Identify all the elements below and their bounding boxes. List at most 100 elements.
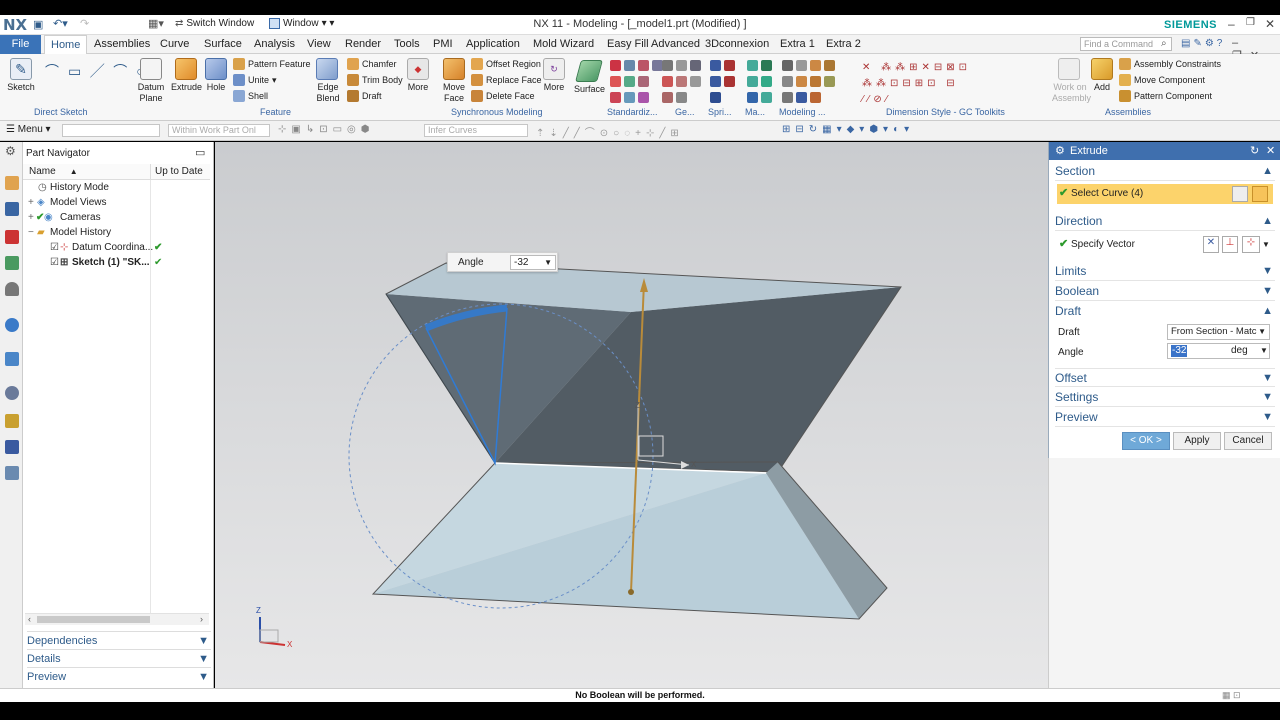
curve-rule-dropdown[interactable]: Infer Curves bbox=[424, 124, 528, 137]
add-component-button[interactable]: Add bbox=[1091, 58, 1113, 92]
more-feature-button[interactable]: ◆ More bbox=[406, 58, 430, 92]
view-tools[interactable]: ⊞⊟↻▦▾◆▾⬢▾◐▾ bbox=[782, 124, 914, 135]
offset-region-button[interactable]: Offset Region bbox=[471, 58, 541, 70]
clock-icon[interactable] bbox=[5, 386, 19, 400]
move-component-button[interactable]: Move Component bbox=[1119, 74, 1205, 86]
reset-icon[interactable]: ↻ bbox=[1250, 142, 1259, 160]
tab-assemblies[interactable]: Assemblies bbox=[88, 35, 156, 54]
datum-plane-button[interactable]: Datum Plane bbox=[136, 58, 166, 104]
dimension-style-tools[interactable]: ✕ ⁂⁂⊞✕⊟⊠⊡ ⁂⁂⊡⊟⊞⊡ ⊟ ⁄⁄⊘⁄ bbox=[862, 60, 1034, 105]
assembly-constraints-button[interactable]: Assembly Constraints bbox=[1119, 58, 1221, 70]
tab-mold-wizard[interactable]: Mold Wizard bbox=[527, 35, 600, 54]
boolean-group-header[interactable]: Boolean ▼ bbox=[1055, 282, 1275, 301]
tab-render[interactable]: Render bbox=[339, 35, 387, 54]
tree-row-model-views[interactable]: + ◈ Model Views bbox=[23, 195, 209, 210]
draft-angle-value[interactable]: -32 bbox=[1171, 345, 1188, 357]
edge-blend-button[interactable]: Edge Blend bbox=[312, 58, 342, 104]
angle-value-field[interactable]: -32 ▼ bbox=[510, 255, 556, 270]
more-sync-button[interactable]: ↻ More bbox=[542, 58, 566, 92]
tree-row-model-history[interactable]: − ▰ Model History bbox=[23, 225, 209, 240]
preview-panel[interactable]: Preview ▼ bbox=[27, 667, 211, 685]
modeling-tools[interactable] bbox=[782, 60, 842, 104]
tab-analysis[interactable]: Analysis bbox=[248, 35, 301, 54]
extrude-button[interactable]: Extrude bbox=[171, 58, 202, 92]
checkbox-icon[interactable]: ☑ bbox=[50, 255, 59, 270]
chevron-down-icon[interactable]: ▼ bbox=[1260, 344, 1268, 358]
machining-tools[interactable] bbox=[747, 60, 777, 104]
file-tab[interactable]: File bbox=[0, 35, 41, 54]
settings-group-header[interactable]: Settings ▼ bbox=[1055, 388, 1275, 407]
tab-home[interactable]: Home bbox=[44, 35, 88, 54]
assembly-navigator-icon[interactable] bbox=[5, 176, 19, 190]
chevron-down-icon[interactable]: ▼ bbox=[1262, 236, 1272, 253]
tab-curve[interactable]: Curve bbox=[154, 35, 195, 54]
close-icon[interactable]: ✕ bbox=[1266, 142, 1275, 160]
tab-3dconnexion[interactable]: 3Dconnexion bbox=[699, 35, 775, 54]
status-icons[interactable]: ▦ ⊡ bbox=[1222, 689, 1241, 702]
curve-icon[interactable] bbox=[1252, 186, 1268, 202]
cancel-button[interactable]: Cancel bbox=[1224, 432, 1272, 450]
checkbox-icon[interactable]: ☑ bbox=[50, 240, 59, 255]
column-name[interactable]: Name ▲ bbox=[23, 164, 150, 180]
web-browser-icon[interactable] bbox=[5, 318, 19, 332]
minimize-icon[interactable]: – bbox=[1228, 17, 1235, 31]
tab-extra-2[interactable]: Extra 2 bbox=[820, 35, 867, 54]
tree-row-sketch[interactable]: ☑ ⊞ Sketch (1) "SK... ✔ bbox=[23, 255, 209, 270]
chamfer-button[interactable]: Chamfer bbox=[347, 58, 397, 70]
maximize-icon[interactable]: ▭ bbox=[195, 146, 205, 159]
standardize-tools[interactable] bbox=[610, 60, 665, 104]
inferred-vector-icon[interactable]: ⊹ bbox=[1242, 236, 1260, 253]
dependencies-panel[interactable]: Dependencies ▼ bbox=[27, 631, 211, 649]
limits-group-header[interactable]: Limits ▼ bbox=[1055, 262, 1275, 281]
work-on-assembly-button[interactable]: Work on Assembly bbox=[1052, 58, 1091, 104]
preview-group-header[interactable]: Preview ▼ bbox=[1055, 408, 1275, 427]
hole-button[interactable]: Hole bbox=[204, 58, 228, 92]
type-filter-dropdown[interactable] bbox=[62, 124, 160, 137]
sketch-curve-tools[interactable]: ⌒▭╱⌒○+ bbox=[45, 60, 162, 104]
part-navigator-icon[interactable] bbox=[5, 230, 19, 244]
reverse-direction-icon[interactable]: ✕ bbox=[1203, 236, 1219, 253]
delete-face-button[interactable]: Delete Face bbox=[471, 90, 535, 102]
hd3d-tools-icon[interactable] bbox=[5, 282, 19, 296]
tab-tools[interactable]: Tools bbox=[388, 35, 426, 54]
selection-scope-dropdown[interactable]: Within Work Part Onl bbox=[168, 124, 270, 137]
tab-easy-fill-advanced[interactable]: Easy Fill Advanced bbox=[601, 35, 706, 54]
snap-point-tools[interactable]: ⇡⇣╱╱⌒⊙○◌+⊹╱⊞ bbox=[536, 124, 684, 139]
selection-tools[interactable]: ⊹▣↳⊡▭◎⬢ bbox=[278, 124, 375, 135]
system-scenes-icon[interactable] bbox=[5, 466, 19, 480]
tab-surface[interactable]: Surface bbox=[198, 35, 248, 54]
direction-group-header[interactable]: Direction ▲ bbox=[1055, 212, 1275, 231]
graphics-window[interactable]: Z X Z X Angle -32 ▼ bbox=[215, 142, 1048, 688]
specify-vector-row[interactable]: ✔ Specify Vector ✕ ⊥ ⊹ ▼ bbox=[1057, 235, 1273, 255]
apply-button[interactable]: Apply bbox=[1173, 432, 1221, 450]
section-group-header[interactable]: Section ▲ bbox=[1055, 162, 1275, 181]
surface-button[interactable]: Surface bbox=[574, 60, 605, 94]
offset-group-header[interactable]: Offset ▼ bbox=[1055, 368, 1275, 387]
tab-extra-1[interactable]: Extra 1 bbox=[774, 35, 821, 54]
draft-angle-field[interactable]: -32 deg ▼ bbox=[1167, 343, 1270, 359]
scroll-thumb[interactable] bbox=[37, 616, 150, 623]
gear-icon[interactable]: ⚙ bbox=[1055, 142, 1065, 160]
vector-dialog-icon[interactable]: ⊥ bbox=[1222, 236, 1238, 253]
select-curve-row[interactable]: ✔ Select Curve (4) bbox=[1057, 184, 1273, 204]
tree-row-datum-coordinate[interactable]: ☑ ⊹ Datum Coordina... ✔ bbox=[23, 240, 209, 255]
roles-icon[interactable] bbox=[5, 440, 19, 454]
gear-icon[interactable]: ⚙ bbox=[5, 144, 16, 158]
draft-group-header[interactable]: Draft ▲ bbox=[1055, 302, 1275, 321]
angle-onscreen-input[interactable]: Angle -32 ▼ bbox=[447, 252, 558, 272]
geometry-tools[interactable] bbox=[662, 60, 702, 104]
scroll-right-icon[interactable]: › bbox=[200, 614, 203, 624]
process-studio-icon[interactable] bbox=[5, 414, 19, 428]
model-canvas[interactable] bbox=[215, 142, 1048, 688]
menu-button[interactable]: ☰ Menu ▾ bbox=[6, 124, 51, 135]
shell-button[interactable]: Shell bbox=[233, 90, 268, 102]
pattern-feature-button[interactable]: Pattern Feature bbox=[233, 58, 311, 70]
horizontal-scrollbar[interactable]: ‹ › bbox=[25, 613, 209, 625]
constraint-navigator-icon[interactable] bbox=[5, 202, 19, 216]
search-icon[interactable]: ⌕ bbox=[1161, 38, 1167, 49]
move-face-button[interactable]: Move Face bbox=[440, 58, 468, 104]
sketch-button[interactable]: ✎ Sketch bbox=[6, 58, 36, 92]
pattern-component-button[interactable]: Pattern Component bbox=[1119, 90, 1212, 102]
restore-icon[interactable]: ❐ bbox=[1246, 17, 1255, 28]
details-panel[interactable]: Details ▼ bbox=[27, 649, 211, 667]
